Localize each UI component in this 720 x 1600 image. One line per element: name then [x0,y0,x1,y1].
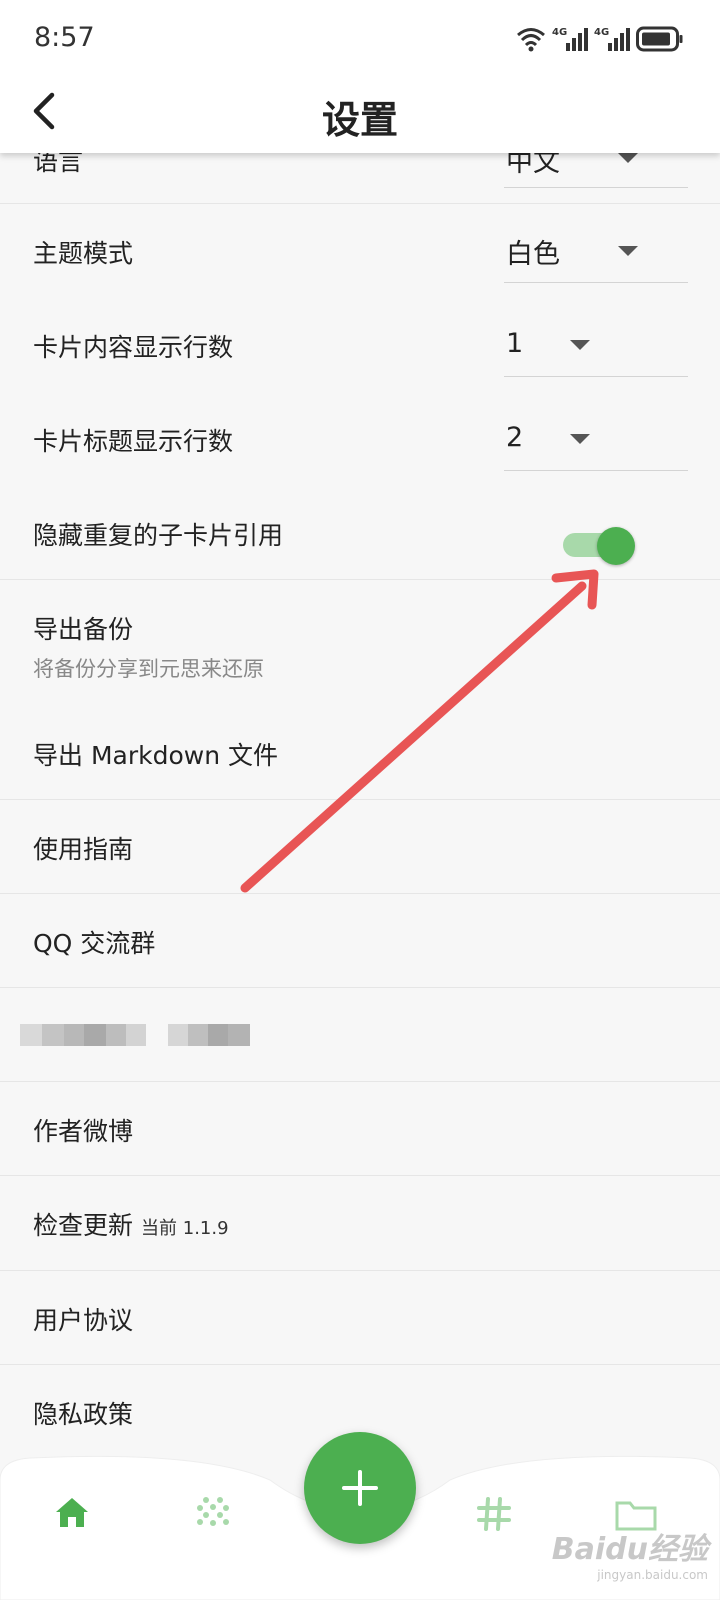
qq-group-label: QQ 交流群 [33,929,156,958]
card-content-lines-row[interactable]: 卡片内容显示行数 1 [0,298,720,392]
status-bar: 8:57 4G 4G [0,0,720,75]
wifi-icon [517,28,545,52]
blurred-text [20,1024,260,1046]
signal-4g-icon: 4G [594,27,630,51]
chevron-down-icon [570,434,590,444]
export-markdown-row[interactable]: 导出 Markdown 文件 [0,706,720,799]
blurred-row[interactable] [0,988,720,1081]
status-icons: 4G 4G [516,24,684,54]
status-time: 8:57 [34,22,95,53]
author-weibo-label: 作者微博 [33,1117,134,1146]
export-backup-row[interactable]: 导出备份 将备份分享到元思来还原 [0,580,720,692]
watermark-logo: Baidu经验 [551,1532,708,1567]
user-agreement-row[interactable]: 用户协议 [0,1271,720,1364]
author-weibo-row[interactable]: 作者微博 [0,1082,720,1175]
qq-group-row[interactable]: QQ 交流群 [0,894,720,987]
check-update-text: 检查更新 [33,1211,134,1240]
card-title-lines-label: 卡片标题显示行数 [33,427,234,456]
theme-label: 主题模式 [33,239,134,268]
theme-dropdown[interactable]: 白色 [504,204,688,283]
theme-value: 白色 [506,239,560,270]
chevron-down-icon [618,246,638,256]
theme-row[interactable]: 主题模式 白色 [0,204,720,298]
settings-content: 语言 中文 主题模式 白色 卡片内容显示行数 1 卡片标题显示行数 2 隐藏重复… [0,0,720,1600]
export-markdown-label: 导出 Markdown 文件 [33,741,278,770]
chevron-down-icon [618,153,638,163]
network-type-label: 4G [594,27,609,38]
guide-label: 使用指南 [33,835,134,864]
version-label: 当前 1.1.9 [141,1218,229,1239]
card-content-lines-label: 卡片内容显示行数 [33,333,234,362]
page-title: 设置 [321,98,398,142]
check-update-label: 检查更新 当前 1.1.9 [33,1206,229,1242]
hide-duplicate-toggle[interactable] [563,527,635,565]
battery-icon [636,26,683,52]
chevron-down-icon [570,340,590,350]
hide-duplicate-label: 隐藏重复的子卡片引用 [33,521,284,550]
card-title-lines-dropdown[interactable]: 2 [504,392,688,471]
card-title-lines-value: 2 [506,422,524,453]
watermark-url: jingyan.baidu.com [597,1568,708,1582]
user-agreement-label: 用户协议 [33,1306,134,1335]
toggle-thumb [597,527,635,565]
check-update-row[interactable]: 检查更新 当前 1.1.9 [0,1176,720,1270]
export-backup-sublabel: 将备份分享到元思来还原 [33,657,264,681]
export-backup-label: 导出备份 [33,615,134,644]
app-bar: 设置 [0,75,720,153]
network-type-label: 4G [552,27,567,38]
watermark: Baidu经验 jingyan.baidu.com [552,1524,708,1582]
card-content-lines-value: 1 [506,328,524,359]
home-icon[interactable] [52,1492,92,1532]
plus-icon [342,1470,378,1506]
dots-grid-icon[interactable] [196,1496,230,1530]
signal-4g-icon: 4G [552,27,588,51]
hashtag-icon[interactable] [476,1496,512,1532]
card-title-lines-row[interactable]: 卡片标题显示行数 2 [0,392,720,486]
add-card-button[interactable] [304,1432,416,1544]
guide-row[interactable]: 使用指南 [0,800,720,893]
privacy-policy-label: 隐私政策 [33,1400,134,1429]
card-content-lines-dropdown[interactable]: 1 [504,298,688,377]
